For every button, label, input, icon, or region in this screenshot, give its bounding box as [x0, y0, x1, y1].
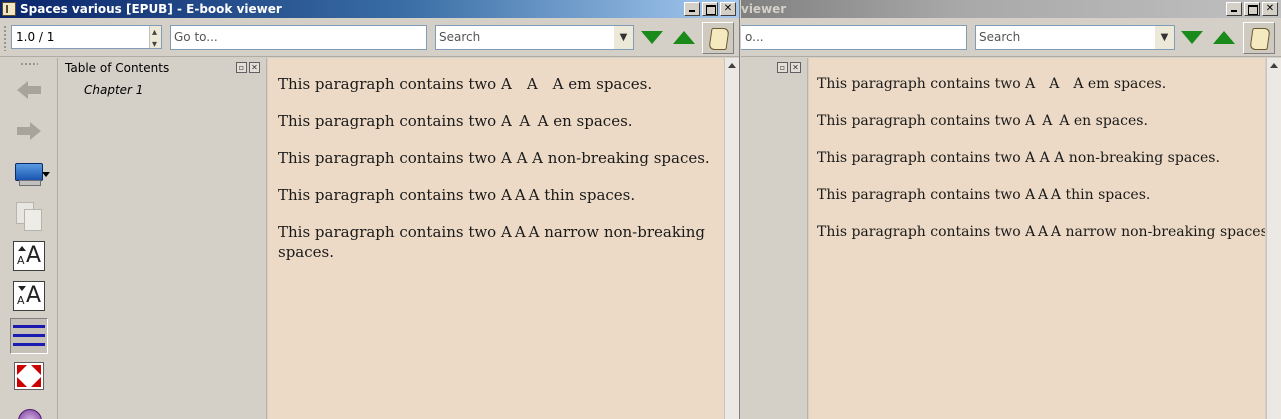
dock-controls: ▫ ✕: [236, 62, 260, 73]
next-match-icon[interactable]: [641, 31, 663, 44]
toc-panel: ▫ ✕: [741, 58, 808, 419]
view-mode-button[interactable]: [10, 156, 50, 192]
toolbar: o... Search ▼: [741, 19, 1281, 57]
back-icon: [17, 81, 41, 99]
position-value: 1.0 / 1: [16, 30, 55, 44]
title-bar: Spaces various [EPUB] - E-book viewer ✕: [0, 0, 739, 18]
forward-icon: [17, 122, 41, 140]
font-smaller-button[interactable]: AA: [10, 278, 48, 314]
goto-placeholder: o...: [745, 30, 764, 44]
app-icon[interactable]: [2, 2, 16, 16]
minimize-icon[interactable]: [1226, 2, 1242, 16]
close-icon[interactable]: ✕: [720, 2, 736, 16]
paragraph: This paragraph contains two A A A thin s…: [278, 186, 636, 204]
sidebar-grip[interactable]: [20, 62, 38, 66]
back-button[interactable]: [10, 72, 48, 108]
chevron-down-icon: [42, 172, 50, 177]
fullscreen-button[interactable]: [10, 358, 48, 394]
search-placeholder: Search: [979, 30, 1021, 44]
toc-toggle-button[interactable]: [10, 318, 48, 354]
copy-button[interactable]: [10, 198, 48, 234]
float-icon[interactable]: ▫: [777, 62, 788, 73]
ebook-viewer-window-right: viewer ✕ o... Search ▼ ▫ ✕ This paragrap…: [741, 0, 1281, 419]
title-bar: viewer ✕: [741, 0, 1281, 18]
paragraph: This paragraph contains two A A A narrow…: [817, 224, 1265, 240]
dock-controls: ▫ ✕: [777, 62, 801, 73]
paragraph: This paragraph contains two A A A en spa…: [817, 113, 1148, 129]
table-of-contents-icon: [13, 323, 45, 349]
view-mode-icon: [15, 163, 43, 186]
window-title: Spaces various [EPUB] - E-book viewer: [20, 2, 282, 16]
book-page: This paragraph contains two A A A em spa…: [268, 58, 724, 419]
window-controls: ✕: [684, 2, 736, 16]
book-page: This paragraph contains two A A A em spa…: [809, 58, 1265, 419]
reference-mode-button[interactable]: [702, 22, 734, 54]
fullscreen-icon: [14, 362, 44, 390]
close-icon[interactable]: ✕: [249, 62, 260, 73]
search-dropdown-button[interactable]: ▼: [1155, 25, 1175, 50]
toc-item[interactable]: Chapter 1: [84, 83, 143, 97]
goto-placeholder: Go to...: [174, 30, 218, 44]
side-toolbar: AA AA: [0, 58, 58, 419]
paragraph: This paragraph contains two A A A em spa…: [278, 75, 653, 93]
paragraph: This paragraph contains two A A A non-br…: [817, 150, 1220, 166]
toc-title: Table of Contents: [65, 61, 170, 75]
reference-mode-icon: [1249, 28, 1271, 50]
minimize-icon[interactable]: [684, 2, 700, 16]
close-icon[interactable]: ✕: [1262, 2, 1278, 16]
previous-match-icon[interactable]: [673, 31, 695, 44]
maximize-icon[interactable]: [1244, 2, 1260, 16]
next-match-icon[interactable]: [1181, 31, 1203, 44]
scroll-up-icon[interactable]: [1270, 63, 1278, 68]
previous-match-icon[interactable]: [1213, 31, 1235, 44]
paragraph: This paragraph contains two A A A em spa…: [817, 76, 1167, 92]
ebook-viewer-window-left: Spaces various [EPUB] - E-book viewer ✕ …: [0, 0, 740, 419]
goto-field[interactable]: o...: [741, 25, 967, 50]
toc-panel: Table of Contents ▫ ✕ Chapter 1: [59, 58, 267, 419]
search-input[interactable]: Search: [435, 25, 615, 50]
font-smaller-icon: AA: [13, 281, 45, 311]
paragraph: This paragraph contains two A A A narrow…: [278, 223, 705, 261]
font-larger-button[interactable]: AA: [10, 238, 48, 274]
clock-icon[interactable]: [18, 409, 42, 419]
reference-mode-button[interactable]: [1243, 22, 1275, 54]
goto-field[interactable]: Go to...: [170, 25, 427, 50]
paragraph: This paragraph contains two A A A thin s…: [817, 187, 1151, 203]
search-placeholder: Search: [439, 30, 481, 44]
reference-mode-icon: [708, 28, 730, 50]
copy-icon: [16, 202, 42, 231]
forward-button[interactable]: [10, 113, 48, 149]
scroll-up-icon[interactable]: [728, 63, 736, 68]
window-title: viewer: [741, 2, 787, 16]
paragraph: This paragraph contains two A A A en spa…: [278, 112, 633, 130]
float-icon[interactable]: ▫: [236, 62, 247, 73]
search-dropdown-button[interactable]: ▼: [614, 25, 634, 50]
toolbar-grip[interactable]: [3, 25, 7, 51]
search-input[interactable]: Search: [975, 25, 1157, 50]
vertical-scrollbar[interactable]: [724, 58, 739, 419]
maximize-icon[interactable]: [702, 2, 718, 16]
font-larger-icon: AA: [13, 241, 45, 271]
paragraph: This paragraph contains two A A A non-br…: [278, 149, 710, 167]
toolbar: 1.0 / 1 Go to... Search ▼: [0, 19, 739, 57]
spin-arrows[interactable]: [149, 22, 161, 56]
position-spinbox[interactable]: 1.0 / 1: [11, 22, 162, 56]
vertical-scrollbar[interactable]: [1266, 58, 1281, 419]
window-controls: ✕: [1226, 2, 1278, 16]
close-icon[interactable]: ✕: [790, 62, 801, 73]
